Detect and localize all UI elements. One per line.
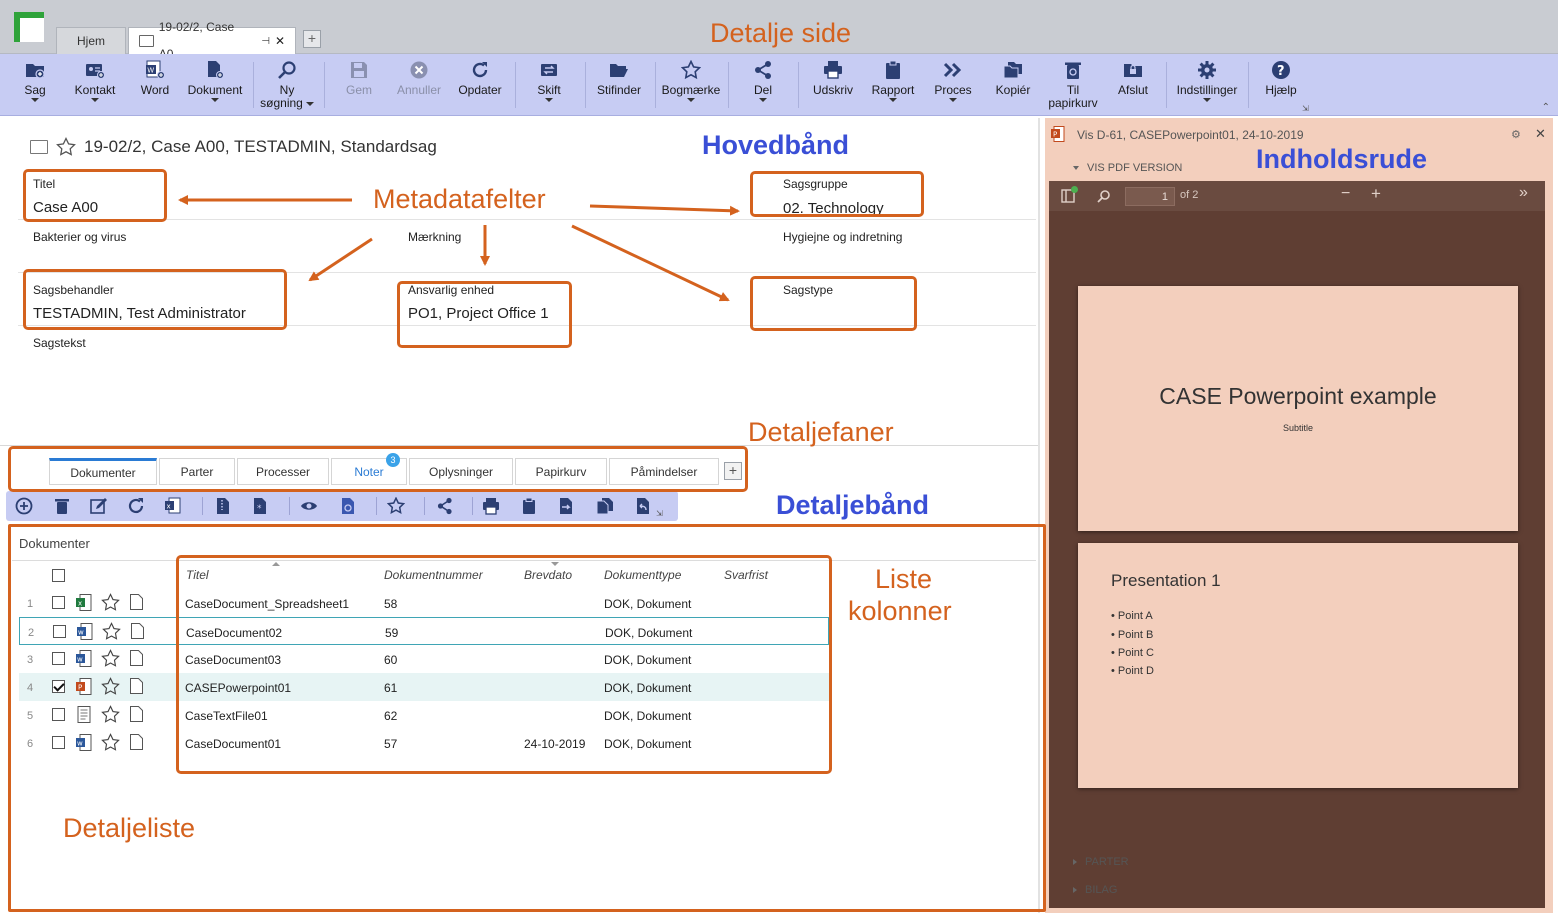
annotation-kolonner: kolonner: [848, 596, 952, 626]
ribbon-separator: [376, 497, 377, 515]
page-number-input[interactable]: 1: [1125, 187, 1175, 206]
bullet-item: • Point B: [1111, 629, 1154, 641]
vis-pdf-label: VIS PDF VERSION: [1087, 162, 1183, 174]
recycle-bin-icon: [1065, 62, 1081, 79]
slide1-title: CASE Powerpoint example: [1159, 383, 1437, 409]
svg-text:P: P: [1053, 131, 1057, 139]
slide2-title: Presentation 1: [1111, 571, 1221, 590]
chevron-right-icon: [1073, 859, 1077, 866]
detail-ribbon: x * ⇲: [6, 491, 678, 521]
ribbon-separator: [202, 497, 203, 515]
slide-1: CASE Powerpoint example Subtitle: [1078, 286, 1518, 531]
add-circle-icon[interactable]: [15, 497, 33, 515]
gear-icon[interactable]: ⚙: [1511, 128, 1521, 141]
chevron-right-icon: [1073, 887, 1077, 894]
zoom-out-icon[interactable]: −: [1341, 185, 1350, 203]
hjaelp-label: Hjælp: [1265, 83, 1297, 97]
status-dot: [1071, 186, 1078, 193]
clipboard-icon[interactable]: [520, 497, 538, 515]
move-document-icon[interactable]: [557, 497, 575, 515]
ribbon-separator: [424, 497, 425, 515]
zoom-in-icon[interactable]: +: [1371, 184, 1381, 204]
page-count: of 2: [1180, 189, 1199, 201]
annotation-indholdsrude: Indholdsrude: [1256, 144, 1427, 174]
annotation-detaljebaand: Detaljebånd: [776, 490, 930, 520]
annotation-detalje-side: Detalje side: [710, 18, 852, 48]
content-pane: P Vis D-61, CASEPowerpoint01, 24-10-2019…: [1045, 118, 1553, 913]
parter-section-toggle[interactable]: PARTER: [1073, 856, 1129, 868]
recycle-bin-icon[interactable]: [53, 497, 71, 515]
annotation-detaljefaner: Detaljefaner: [748, 417, 894, 447]
slide-2: Presentation 1 • Point A • Point B • Poi…: [1078, 543, 1518, 788]
edit-icon[interactable]: [90, 497, 108, 515]
annotation-hovedbaand: Hovedbånd: [702, 130, 850, 160]
bullet-item: • Point A: [1111, 610, 1153, 622]
svg-text:*: *: [257, 504, 262, 514]
refresh-icon[interactable]: [127, 497, 145, 515]
ribbon-separator: [289, 497, 290, 515]
app-window: Hjem 19-02/2, Case A0... ⊣ ✕ + Sag Konta…: [0, 0, 1558, 913]
annotation-metadatafelter: Metadatafelter: [373, 184, 546, 214]
afslut-label: Afslut: [1117, 83, 1148, 97]
annotation-liste: Liste: [875, 564, 933, 594]
bilag-label: BILAG: [1085, 884, 1118, 896]
preview-title: Vis D-61, CASEPowerpoint01, 24-10-2019: [1077, 128, 1304, 142]
help-icon: ?: [1272, 61, 1290, 79]
copy-document-icon[interactable]: [596, 497, 614, 515]
print-icon[interactable]: [482, 497, 500, 515]
pdf-toolbar: 1 of 2 − + »: [1049, 181, 1545, 211]
annotation-arrows: [178, 195, 740, 302]
ribbon-launcher-icon[interactable]: ⇲: [1302, 104, 1309, 113]
svg-text:?: ?: [1277, 64, 1285, 79]
search-icon[interactable]: [1097, 189, 1111, 203]
indstillinger-button[interactable]: Indstillinger: [1172, 60, 1242, 102]
document-zip-icon[interactable]: [214, 497, 232, 515]
annotation-box-detaljefaner: [8, 446, 748, 492]
powerpoint-file-icon: P: [1051, 126, 1065, 142]
bullet-item: • Point C: [1111, 647, 1154, 659]
bullet-item: • Point D: [1111, 665, 1154, 677]
undo-document-icon[interactable]: [634, 497, 652, 515]
indstillinger-label: Indstillinger: [1176, 83, 1238, 97]
document-star-icon[interactable]: *: [251, 497, 269, 515]
ribbon-separator: [1248, 62, 1249, 108]
ribbon-separator: [472, 497, 473, 515]
ribbon-launcher-icon[interactable]: ⇲: [656, 509, 663, 518]
excel-export-icon[interactable]: x: [164, 497, 182, 515]
vis-pdf-version-toggle[interactable]: VIS PDF VERSION: [1073, 162, 1182, 174]
slide1-subtitle: Subtitle: [1282, 423, 1314, 433]
afslut-button[interactable]: Afslut: [1114, 60, 1152, 97]
svg-text:x: x: [167, 503, 171, 511]
chevron-down-icon: [1203, 98, 1211, 102]
close-icon[interactable]: ✕: [1535, 126, 1546, 142]
hjaelp-button[interactable]: ? Hjælp: [1262, 60, 1300, 97]
pdf-viewer: 1 of 2 − + » CASE Powerpoint example Sub…: [1049, 181, 1545, 908]
parter-label: PARTER: [1085, 856, 1129, 868]
share-icon[interactable]: [436, 497, 454, 515]
document-view-icon[interactable]: [339, 497, 357, 515]
ribbon-separator: [1166, 62, 1167, 108]
annotation-detaljeliste: Detaljeliste: [63, 813, 196, 843]
eye-icon[interactable]: [300, 497, 318, 515]
ribbon-collapse-icon[interactable]: ⌃: [1542, 102, 1550, 113]
more-tools-icon[interactable]: »: [1519, 184, 1528, 202]
lock-icon: [1124, 64, 1142, 77]
bilag-section-toggle[interactable]: BILAG: [1073, 884, 1117, 896]
papirkurv-label: papirkurv: [1048, 96, 1098, 110]
chevron-down-icon: [1073, 166, 1079, 171]
gear-icon: [1198, 61, 1216, 79]
til-papirkurv-button[interactable]: Til papirkurv: [1046, 60, 1100, 110]
star-icon[interactable]: [387, 497, 405, 515]
